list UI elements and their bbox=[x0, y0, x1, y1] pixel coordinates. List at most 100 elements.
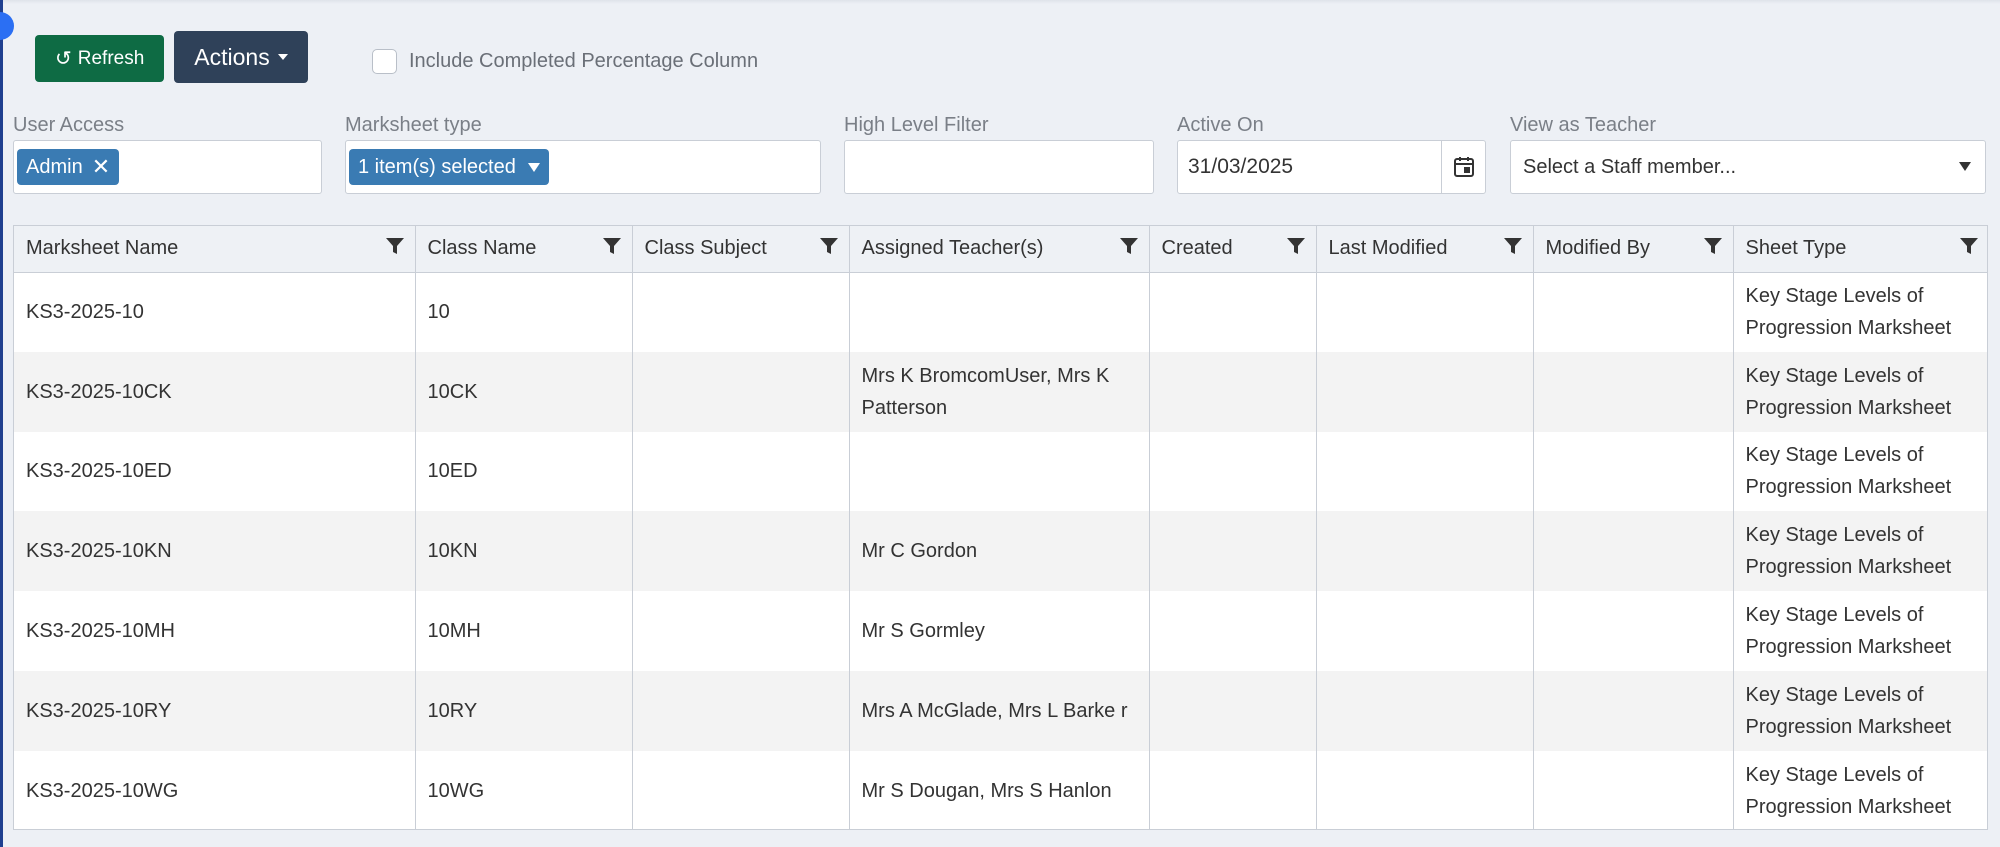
high-level-filter: High Level Filter bbox=[844, 112, 1154, 194]
cell-assigned-teachers bbox=[849, 272, 1150, 352]
cell-class-name: 10CK bbox=[415, 351, 633, 432]
filter-icon[interactable] bbox=[385, 236, 405, 262]
include-completed-option: Include Completed Percentage Column bbox=[372, 49, 758, 74]
cell-assigned-teachers: Mrs A McGlade, Mrs L Barke r bbox=[849, 670, 1150, 751]
filter-icon[interactable] bbox=[602, 236, 622, 262]
cell-assigned-teachers: Mr C Gordon bbox=[849, 511, 1150, 592]
cell-marksheet-name: KS3-2025-10MH bbox=[14, 591, 416, 671]
cell-sheet-type: Key Stage Levels of Progression Markshee… bbox=[1733, 511, 1987, 592]
cell-class-subject bbox=[632, 511, 850, 592]
actions-label: Actions bbox=[194, 43, 270, 70]
column-header-content: Sheet Type bbox=[1746, 236, 1988, 262]
cell-marksheet-name: KS3-2025-10ED bbox=[14, 431, 416, 512]
cell-created bbox=[1149, 750, 1317, 829]
actions-button[interactable]: Actions bbox=[174, 31, 308, 83]
table-row[interactable]: KS3-2025-10WG 10WG Mr S Dougan, Mrs S Hanl… bbox=[14, 750, 1987, 829]
active-on-input[interactable]: 31/03/2025 bbox=[1177, 140, 1486, 194]
column-header-label: Assigned Teacher(s) bbox=[861, 237, 1044, 260]
cell-last-modified bbox=[1316, 750, 1534, 829]
caret-down-icon bbox=[527, 162, 540, 172]
cell-sheet-type: Key Stage Levels of Progression Markshee… bbox=[1733, 351, 1987, 432]
cell-modified-by bbox=[1533, 272, 1734, 352]
left-rail bbox=[0, 0, 3, 847]
high-level-filter-label: High Level Filter bbox=[844, 114, 989, 136]
column-header-label: Created bbox=[1161, 237, 1233, 260]
marksheet-type-chip[interactable]: 1 item(s) selected bbox=[349, 149, 549, 185]
cell-last-modified bbox=[1316, 351, 1534, 432]
table-row[interactable]: KS3-2025-10RY 10RY Mrs A McGlade, Mrs L Ba… bbox=[14, 670, 1987, 751]
filter-icon[interactable] bbox=[1503, 236, 1523, 262]
cell-assigned-teachers: Mrs K BromcomUser, Mrs K Patterson bbox=[849, 351, 1150, 432]
sidebar-toggle-dot[interactable] bbox=[0, 12, 14, 40]
cell-sheet-type: Key Stage Levels of Progression Markshee… bbox=[1733, 272, 1987, 352]
cell-modified-by bbox=[1533, 670, 1734, 751]
cell-assigned-teachers bbox=[849, 431, 1150, 512]
view-as-teacher-select[interactable]: Select a Staff member... bbox=[1510, 140, 1986, 194]
column-header-content: Marksheet Name bbox=[26, 236, 415, 262]
top-shadow bbox=[0, 0, 2000, 4]
cell-assigned-teachers: Mr S Dougan, Mrs S Hanlon bbox=[849, 750, 1150, 829]
cell-created bbox=[1149, 670, 1317, 751]
cell-marksheet-name: KS3-2025-10WG bbox=[14, 750, 416, 829]
active-on-value[interactable]: 31/03/2025 bbox=[1178, 141, 1441, 193]
column-header-label: Modified By bbox=[1545, 237, 1651, 260]
cell-sheet-type: Key Stage Levels of Progression Markshee… bbox=[1733, 750, 1987, 829]
caret-down-icon bbox=[277, 54, 288, 60]
table-row[interactable]: KS3-2025-10 10 Key Stage Levels of Progres… bbox=[14, 272, 1987, 352]
marksheet-table: Marksheet Name Class Name Class Subject Ass… bbox=[14, 226, 1988, 829]
high-level-filter-input[interactable] bbox=[844, 140, 1154, 194]
user-access-filter: User Access Admin ✕ bbox=[13, 112, 322, 194]
cell-created bbox=[1149, 591, 1317, 671]
refresh-button[interactable]: ↺ Refresh bbox=[35, 35, 165, 82]
active-on-filter: Active On 31/03/2025 bbox=[1177, 112, 1486, 194]
include-completed-checkbox[interactable] bbox=[372, 49, 397, 74]
column-header-last-modified[interactable]: Last Modified bbox=[1316, 226, 1534, 273]
filter-icon[interactable] bbox=[1703, 236, 1723, 262]
cell-class-name: 10 bbox=[415, 272, 633, 352]
cell-sheet-type: Key Stage Levels of Progression Markshee… bbox=[1733, 670, 1987, 751]
column-header-assigned-teachers[interactable]: Assigned Teacher(s) bbox=[849, 226, 1150, 273]
table-row[interactable]: KS3-2025-10CK 10CK Mrs K BromcomUser, Mrs … bbox=[14, 351, 1987, 432]
cell-last-modified bbox=[1316, 591, 1534, 671]
caret-down-icon bbox=[1959, 162, 1971, 171]
active-on-label: Active On bbox=[1177, 114, 1264, 136]
header-row: Marksheet Name Class Name Class Subject Ass… bbox=[14, 226, 1988, 273]
close-icon[interactable]: ✕ bbox=[92, 154, 110, 180]
user-access-chip-label: Admin bbox=[26, 155, 83, 178]
column-header-label: Last Modified bbox=[1328, 237, 1448, 260]
user-access-input[interactable]: Admin ✕ bbox=[13, 140, 322, 194]
marksheet-type-filter: Marksheet type 1 item(s) selected bbox=[345, 112, 821, 194]
cell-sheet-type: Key Stage Levels of Progression Markshee… bbox=[1733, 591, 1987, 671]
cell-marksheet-name: KS3-2025-10RY bbox=[14, 670, 416, 751]
cell-last-modified bbox=[1316, 670, 1534, 751]
column-header-modified-by[interactable]: Modified By bbox=[1533, 226, 1734, 273]
cell-marksheet-name: KS3-2025-10 bbox=[14, 272, 416, 352]
filter-icon[interactable] bbox=[1119, 236, 1139, 262]
cell-modified-by bbox=[1533, 591, 1734, 671]
column-header-class-name[interactable]: Class Name bbox=[415, 226, 633, 273]
calendar-icon[interactable] bbox=[1441, 141, 1485, 193]
cell-class-subject bbox=[632, 750, 850, 829]
cell-created bbox=[1149, 431, 1317, 512]
cell-class-subject bbox=[632, 431, 850, 512]
cell-created bbox=[1149, 272, 1317, 352]
marksheet-type-input[interactable]: 1 item(s) selected bbox=[345, 140, 821, 194]
table-row[interactable]: KS3-2025-10ED 10ED Key Stage Levels of Pro… bbox=[14, 431, 1987, 512]
cell-last-modified bbox=[1316, 431, 1534, 512]
table-row[interactable]: KS3-2025-10MH 10MH Mr S Gormley Key Stage L… bbox=[14, 591, 1987, 671]
column-header-content: Last Modified bbox=[1329, 236, 1533, 262]
column-header-class-subject[interactable]: Class Subject bbox=[632, 226, 850, 273]
column-header-marksheet-name[interactable]: Marksheet Name bbox=[14, 226, 416, 273]
column-header-sheet-type[interactable]: Sheet Type bbox=[1733, 226, 1988, 273]
filter-icon[interactable] bbox=[1286, 236, 1306, 262]
refresh-icon: ↺ bbox=[55, 48, 72, 70]
cell-class-name: 10ED bbox=[415, 431, 633, 512]
cell-assigned-teachers: Mr S Gormley bbox=[849, 591, 1150, 671]
cell-created bbox=[1149, 511, 1317, 592]
filter-icon[interactable] bbox=[819, 236, 839, 262]
column-header-created[interactable]: Created bbox=[1149, 226, 1317, 273]
table-row[interactable]: KS3-2025-10KN 10KN Mr C Gordon Key Stage Le… bbox=[14, 511, 1987, 592]
include-completed-label: Include Completed Percentage Column bbox=[409, 50, 759, 72]
cell-modified-by bbox=[1533, 511, 1734, 592]
filter-icon[interactable] bbox=[1959, 236, 1979, 262]
